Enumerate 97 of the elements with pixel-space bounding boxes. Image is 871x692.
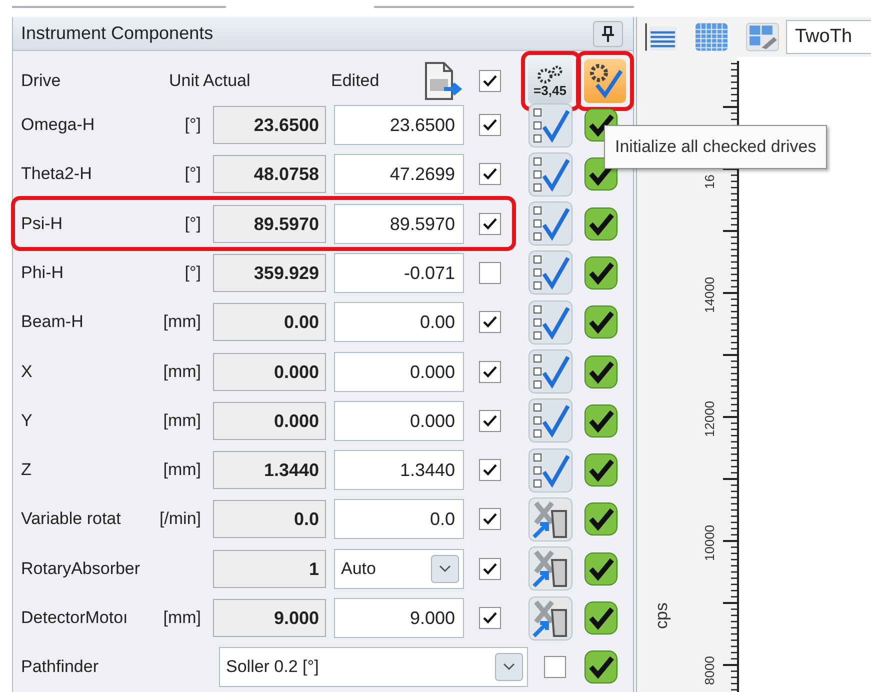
axis-move-icon[interactable] (528, 596, 573, 641)
unit-label: [mm] (163, 362, 201, 382)
drive-name: Theta2-H (21, 164, 93, 184)
status-check-icon (584, 206, 618, 241)
edited-field[interactable]: 9.000 (334, 598, 464, 638)
checkbox[interactable] (479, 70, 501, 92)
checkbox[interactable] (479, 410, 501, 432)
status-check-icon (584, 305, 618, 340)
chevron-icon (495, 653, 523, 682)
edited-field[interactable]: 1.3440 (334, 450, 464, 490)
unit-label: [mm] (163, 312, 201, 332)
tick-label: 14000 (703, 276, 717, 313)
checkbox[interactable] (479, 311, 501, 334)
status-check-icon (584, 502, 618, 536)
status-check-icon (584, 552, 618, 586)
select-check-icon[interactable] (528, 201, 573, 246)
drive-name: DetectorMotoı (21, 608, 129, 628)
unit-label: [°] (184, 164, 201, 184)
select-check-icon[interactable] (528, 152, 573, 197)
status-check-icon (584, 404, 618, 438)
unit-label: [mm] (163, 410, 201, 431)
actual-value: 89.5970 (213, 204, 326, 243)
select-check-icon[interactable] (528, 102, 573, 148)
value-dropdown[interactable]: Soller 0.2 [°] (219, 647, 528, 688)
drive-name: X (21, 362, 34, 382)
drive-name: Variable rotat (21, 509, 122, 530)
edited-field[interactable]: 0.000 (334, 352, 464, 392)
checkbox[interactable] (479, 114, 501, 136)
pin-icon[interactable] (593, 20, 623, 47)
chevron-icon (431, 554, 459, 583)
unit-label: [°] (184, 214, 201, 234)
checkbox[interactable] (479, 262, 501, 284)
actual-value: 9.000 (213, 599, 326, 638)
tick-label: 10000 (703, 524, 717, 561)
unit-label: [°] (184, 115, 201, 136)
unit-label: [mm] (163, 608, 201, 628)
dropdown-value: Auto (341, 558, 376, 579)
drive-name: Psi-H (21, 214, 64, 234)
column-header: Drive (21, 71, 62, 92)
actual-value: 359.929 (213, 254, 326, 292)
checkbox[interactable] (479, 508, 501, 530)
unit-label: [mm] (163, 460, 201, 480)
axis-label: cps (653, 602, 671, 629)
edited-field[interactable]: 23.6500 (334, 105, 464, 146)
actual-value: 23.6500 (213, 106, 326, 144)
edited-field[interactable]: 0.000 (334, 400, 464, 441)
axis-field[interactable]: TwoTh (786, 20, 871, 54)
checkbox[interactable] (479, 163, 501, 186)
checkbox[interactable] (544, 656, 566, 678)
edited-field[interactable]: 47.2699 (334, 154, 464, 194)
unit-label: [/min] (159, 509, 201, 530)
select-check-icon[interactable] (528, 398, 573, 444)
dropdown-value: Soller 0.2 [°] (226, 657, 319, 678)
edited-field[interactable]: 0.00 (334, 302, 464, 342)
tick-label: 8000 (703, 656, 717, 685)
edited-field[interactable]: -0.071 (334, 252, 464, 293)
initialize-button[interactable] (584, 59, 626, 104)
edited-field[interactable]: 89.5970 (334, 204, 464, 244)
tooltip: Initialize all checked drives (604, 125, 828, 169)
axis-move-icon[interactable] (528, 546, 573, 592)
axis-move-icon[interactable] (528, 496, 573, 542)
drive-name: Y (21, 410, 34, 431)
unit-label: [°] (184, 262, 201, 283)
status-check-icon (584, 650, 618, 684)
edited-field[interactable]: 0.0 (334, 499, 464, 540)
actual-value: 48.0758 (213, 155, 326, 194)
select-check-icon[interactable] (528, 300, 573, 345)
actual-value: 0.000 (213, 402, 326, 440)
checkbox[interactable] (479, 212, 501, 235)
checkbox[interactable] (479, 607, 501, 630)
select-check-icon[interactable] (528, 349, 573, 394)
actual-value: 0.0 (213, 500, 326, 538)
select-check-icon[interactable] (528, 448, 573, 493)
actual-value: 0.00 (213, 303, 326, 342)
edited-dropdown[interactable]: Auto (334, 548, 464, 589)
checkbox[interactable] (479, 360, 501, 383)
tick-label: 16 (703, 174, 717, 189)
drive-name: Beam-H (21, 312, 84, 332)
actual-value: 1.3440 (213, 451, 326, 490)
checkbox[interactable] (479, 558, 501, 580)
drive-name: Pathfinder (21, 657, 100, 678)
status-check-icon (584, 601, 618, 636)
drive-name: Phi-H (21, 262, 65, 283)
column-header: Unit Actual (168, 71, 250, 92)
panel-title: Instrument Components (21, 23, 214, 44)
drive-name: RotaryAbsorber (21, 558, 142, 579)
actual-value: 1 (213, 550, 326, 588)
column-header: Edited (331, 71, 380, 92)
status-check-icon (584, 453, 618, 488)
select-check-icon[interactable] (528, 250, 573, 296)
drive-name: Omega-H (21, 115, 96, 136)
status-check-icon (584, 256, 618, 290)
checkbox[interactable] (479, 459, 501, 482)
actual-value: 0.000 (213, 352, 326, 391)
drive-name: Z (21, 460, 32, 480)
tick-label: 12000 (703, 400, 717, 437)
status-check-icon (584, 354, 618, 389)
